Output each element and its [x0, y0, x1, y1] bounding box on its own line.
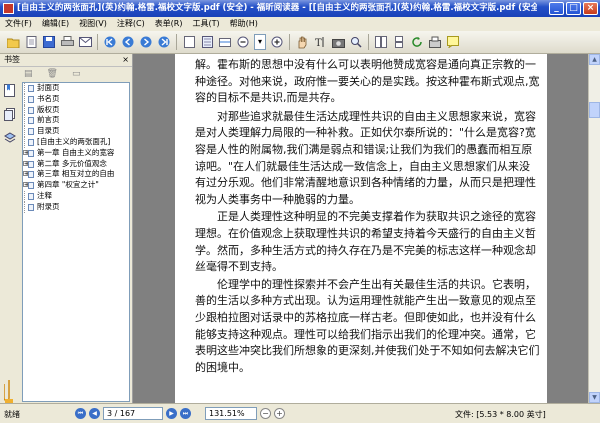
menu-bar: 文件(F) 编辑(E) 视图(V) 注释(C) 表单(R) 工具(T) 帮助(H…: [0, 17, 600, 31]
paragraph: 伦理学中的理性探索并不会产生出有关最佳生活的共识。它表明，善的生活以多种方式出现…: [195, 277, 540, 374]
first-page-button[interactable]: ⏮: [75, 408, 86, 419]
menu-file[interactable]: 文件(F): [0, 17, 37, 31]
app-icon: [3, 3, 14, 14]
zoom-out-icon[interactable]: [236, 35, 250, 49]
zoom-out-button[interactable]: −: [260, 408, 271, 419]
email-icon[interactable]: [78, 35, 92, 49]
toolbar-separator: [176, 34, 177, 50]
bookmark-item[interactable]: 封面页: [23, 83, 129, 94]
vertical-scrollbar[interactable]: ▲ ▼: [588, 54, 600, 403]
prev-page-button[interactable]: ◀: [89, 408, 100, 419]
panel-title: 书签: [4, 55, 20, 64]
title-bar: [自由主义的两张面孔](英)约翰.格雷.福校文字版.pdf (安全) - 福昕阅…: [0, 0, 600, 17]
toolbar-separator: [97, 34, 98, 50]
window-title: [自由主义的两张面孔](英)约翰.格雷.福校文字版.pdf (安全) - 福昕阅…: [17, 3, 537, 13]
last-page-button[interactable]: ⏭: [180, 408, 191, 419]
toolbar-separator: [368, 34, 370, 50]
actual-size-icon[interactable]: [182, 35, 196, 49]
status-bar: 就绪 ⏮ ◀ 3 / 167 ▶ ⏭ 131.51% − + 文件: [5.53…: [0, 403, 600, 423]
select-text-icon[interactable]: T: [313, 35, 327, 49]
paragraph: 正是人类理性这种明显的不完美支撑着作为获取共识之途径的宽容理想。在价值观念上获取…: [195, 210, 536, 274]
next-page-button[interactable]: ▶: [166, 408, 177, 419]
menu-view[interactable]: 视图(V): [74, 17, 112, 31]
bookmark-item[interactable]: 版权页: [23, 104, 129, 116]
pages-tab-icon[interactable]: [2, 106, 17, 122]
menu-edit[interactable]: 编辑(E): [37, 17, 74, 31]
bookmark-options-icon[interactable]: ▤: [24, 69, 33, 79]
close-button[interactable]: ×: [583, 2, 598, 15]
bookmark-item[interactable]: 前言页: [23, 115, 129, 127]
open-file-icon[interactable]: [24, 35, 38, 49]
note-icon[interactable]: [446, 35, 460, 49]
minimize-button[interactable]: _: [549, 2, 564, 15]
bookmark-item[interactable]: 附录页: [23, 201, 129, 213]
bookmark-item[interactable]: + 第一章 自由主义的宽容: [23, 148, 129, 159]
panel-header: 书签 ×: [0, 54, 132, 67]
paragraph: 对那些追求就最佳生活达成理性共识的自由主义思想家来说，宽容是对人类理解力局限的一…: [195, 109, 536, 206]
bookmark-item[interactable]: + 第二章 多元价值观念: [23, 159, 129, 170]
bookmark-item[interactable]: 注释: [23, 190, 129, 202]
fit-width-icon[interactable]: [218, 35, 232, 49]
scroll-down-arrow-icon[interactable]: ▼: [589, 392, 600, 403]
bookmark-item[interactable]: + 第三章 相互对立的自由: [23, 169, 129, 180]
first-page-icon[interactable]: [103, 35, 117, 49]
zoom-dropdown[interactable]: ▾: [254, 34, 267, 50]
menu-comment[interactable]: 注释(C): [112, 17, 150, 31]
zoom-in-icon[interactable]: [270, 35, 284, 49]
bookmarks-tab-icon[interactable]: [2, 82, 17, 98]
svg-text:T: T: [315, 38, 322, 48]
paragraph: 解。霍布斯的思想中没有什么可以表明他赞成宽容是通向真正宗教的一种途径。对他来说，…: [195, 58, 540, 105]
open-folder-icon[interactable]: [6, 35, 20, 49]
typewriter-icon[interactable]: [428, 35, 442, 49]
page-number-input[interactable]: 3 / 167: [103, 407, 163, 420]
pdf-page[interactable]: 解。霍布斯的思想中没有什么可以表明他赞成宽容是通向真正宗教的一种途径。对他来说，…: [175, 54, 547, 403]
toolbar: ▾ T: [0, 31, 600, 54]
bookmark-item[interactable]: [自由主义的两张面孔]: [23, 136, 129, 148]
document-size: 文件: [5.53 * 8.00 英寸]: [455, 410, 546, 419]
hand-tool-icon[interactable]: [295, 35, 309, 49]
last-page-icon[interactable]: [157, 35, 171, 49]
status-text: 就绪: [4, 410, 20, 419]
fit-page-icon[interactable]: [200, 35, 214, 49]
scroll-up-arrow-icon[interactable]: ▲: [589, 54, 600, 65]
bookmark-item[interactable]: 书名页: [23, 93, 129, 105]
layers-tab-icon[interactable]: [2, 130, 17, 146]
next-page-icon[interactable]: [139, 35, 153, 49]
menu-form[interactable]: 表单(R): [150, 17, 188, 31]
bookmark-panel: 书签 × ▤ 🗑 ▭ 封面页 书名页 版权页 前言页 目录页 [自由主义的两张面…: [0, 54, 133, 403]
find-icon[interactable]: [349, 35, 363, 49]
delete-bookmark-icon[interactable]: 🗑: [47, 69, 58, 79]
print-icon[interactable]: [60, 35, 74, 49]
new-bookmark-icon[interactable]: ▭: [72, 69, 81, 79]
menu-tools[interactable]: 工具(T): [188, 17, 225, 31]
scroll-thumb[interactable]: [589, 102, 600, 118]
zoom-level-input[interactable]: 131.51%: [205, 407, 257, 420]
menu-help[interactable]: 帮助(H): [225, 17, 263, 31]
zoom-control: 131.51% − +: [205, 407, 285, 420]
previous-page-icon[interactable]: [121, 35, 135, 49]
toolbar-separator: [289, 34, 291, 50]
page-layout-icon[interactable]: [374, 35, 388, 49]
snapshot-icon[interactable]: [331, 35, 345, 49]
maximize-button[interactable]: □: [566, 2, 581, 15]
bookmark-item[interactable]: + 第四章 "权宜之计": [23, 180, 129, 191]
continuous-icon[interactable]: [392, 35, 406, 49]
bookmark-tree: 封面页 书名页 版权页 前言页 目录页 [自由主义的两张面孔] + 第一章 自由主…: [22, 82, 130, 402]
bookmark-item[interactable]: 目录页: [23, 126, 129, 137]
save-icon[interactable]: [42, 35, 56, 49]
zoom-in-button[interactable]: +: [274, 408, 285, 419]
rotate-icon[interactable]: [410, 35, 424, 49]
panel-close-button[interactable]: ×: [122, 54, 129, 66]
document-view[interactable]: 解。霍布斯的思想中没有什么可以表明他赞成宽容是通向真正宗教的一种途径。对他来说，…: [133, 54, 588, 403]
page-navigation: ⏮ ◀ 3 / 167 ▶ ⏭: [75, 407, 191, 420]
